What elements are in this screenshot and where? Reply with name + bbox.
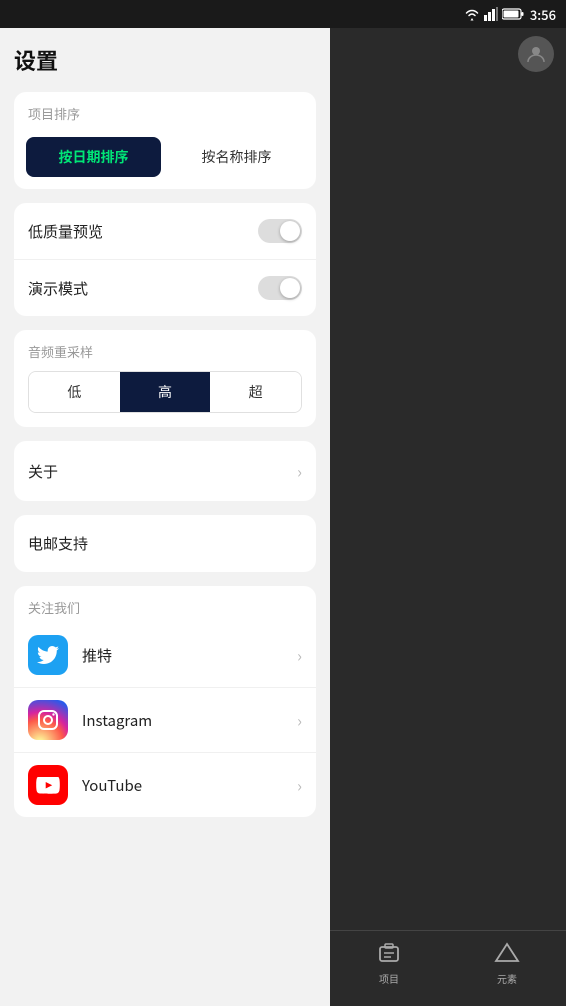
email-card[interactable]: 电邮支持 bbox=[14, 515, 316, 572]
about-chevron-icon: › bbox=[297, 459, 302, 483]
toggle-low-quality-label: 低质量预览 bbox=[28, 221, 103, 242]
right-panel-nav: 项目 元素 bbox=[330, 930, 566, 996]
toggle-demo-mode-switch[interactable] bbox=[258, 276, 302, 300]
sort-section-label: 项目排序 bbox=[14, 92, 316, 129]
social-item-twitter[interactable]: 推特 › bbox=[14, 623, 316, 688]
status-time: 3:56 bbox=[530, 5, 556, 24]
nav-item-elements[interactable]: 元素 bbox=[494, 941, 520, 986]
about-label: 关于 bbox=[28, 461, 58, 482]
resample-high-button[interactable]: 高 bbox=[120, 372, 211, 412]
about-row[interactable]: 关于 › bbox=[14, 441, 316, 501]
twitter-chevron-icon: › bbox=[297, 643, 302, 667]
toggles-card: 低质量预览 演示模式 bbox=[14, 203, 316, 316]
instagram-name: Instagram bbox=[82, 710, 297, 731]
about-card[interactable]: 关于 › bbox=[14, 441, 316, 501]
toggle-low-quality-switch[interactable] bbox=[258, 219, 302, 243]
resample-ultra-button[interactable]: 超 bbox=[210, 372, 301, 412]
nav-item-projects[interactable]: 项目 bbox=[376, 941, 402, 986]
wifi-icon bbox=[464, 7, 480, 21]
youtube-name: YouTube bbox=[82, 775, 297, 796]
instagram-icon bbox=[37, 709, 59, 731]
email-label: 电邮支持 bbox=[28, 533, 88, 554]
page-title: 设置 bbox=[14, 44, 316, 76]
sort-card: 项目排序 按日期排序 按名称排序 bbox=[14, 92, 316, 189]
twitter-icon-wrapper bbox=[28, 635, 68, 675]
signal-icon bbox=[484, 7, 498, 21]
right-panel: 项目 元素 bbox=[330, 0, 566, 1006]
follow-card: 关注我们 推特 › Instagram › bbox=[14, 586, 316, 817]
youtube-icon bbox=[36, 777, 60, 794]
email-row[interactable]: 电邮支持 bbox=[14, 515, 316, 572]
toggle-row-low-quality: 低质量预览 bbox=[14, 203, 316, 260]
social-item-instagram[interactable]: Instagram › bbox=[14, 688, 316, 753]
instagram-icon-wrapper bbox=[28, 700, 68, 740]
settings-panel: 设置 项目排序 按日期排序 按名称排序 低质量预览 演示模式 音频重采样 低 bbox=[0, 28, 330, 1006]
status-icons: 3:56 bbox=[464, 5, 556, 24]
user-avatar[interactable] bbox=[518, 36, 554, 72]
toggle-knob-2 bbox=[280, 278, 300, 298]
social-item-youtube[interactable]: YouTube › bbox=[14, 753, 316, 817]
toggle-knob bbox=[280, 221, 300, 241]
twitter-name: 推特 bbox=[82, 645, 297, 666]
resample-buttons: 低 高 超 bbox=[28, 371, 302, 413]
sort-by-name-button[interactable]: 按名称排序 bbox=[169, 137, 304, 177]
sort-buttons: 按日期排序 按名称排序 bbox=[14, 129, 316, 189]
resample-low-button[interactable]: 低 bbox=[29, 372, 120, 412]
twitter-icon bbox=[37, 646, 59, 664]
youtube-chevron-icon: › bbox=[297, 773, 302, 797]
resample-card: 音频重采样 低 高 超 bbox=[14, 330, 316, 427]
status-bar: 3:56 bbox=[0, 0, 566, 28]
resample-section: 音频重采样 低 高 超 bbox=[14, 330, 316, 427]
youtube-icon-wrapper bbox=[28, 765, 68, 805]
nav-label-elements: 元素 bbox=[497, 971, 517, 986]
toggle-row-demo-mode: 演示模式 bbox=[14, 260, 316, 316]
resample-section-label: 音频重采样 bbox=[28, 342, 302, 361]
instagram-chevron-icon: › bbox=[297, 708, 302, 732]
toggle-demo-mode-label: 演示模式 bbox=[28, 278, 88, 299]
sort-by-date-button[interactable]: 按日期排序 bbox=[26, 137, 161, 177]
nav-label-projects: 项目 bbox=[379, 971, 399, 986]
follow-section-label: 关注我们 bbox=[14, 586, 316, 623]
battery-icon bbox=[502, 8, 524, 20]
